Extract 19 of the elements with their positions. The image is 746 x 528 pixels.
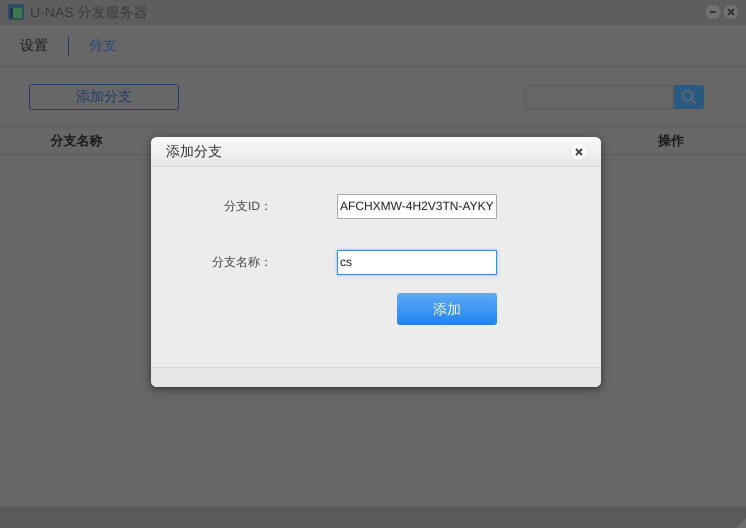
minimize-button[interactable]	[706, 5, 720, 19]
minimize-icon	[709, 8, 717, 16]
dialog-title: 添加分支	[166, 142, 222, 161]
add-branch-button[interactable]: 添加分支	[29, 84, 179, 110]
search-field[interactable]	[524, 84, 674, 108]
close-button[interactable]	[572, 144, 586, 158]
text-field[interactable]: AFCHXMW-4H2V3TN-AYKY	[337, 194, 497, 218]
tab[interactable]: 分支	[89, 35, 117, 56]
column-header: 分支名称	[49, 132, 104, 150]
add-button[interactable]: 添加	[397, 293, 497, 325]
close-icon	[727, 8, 735, 16]
field-label: 分支名称：	[211, 254, 272, 271]
search-icon	[681, 88, 697, 104]
column-header: 操作	[656, 132, 685, 150]
field-label: 分支ID：	[223, 198, 272, 215]
app-logo-icon	[8, 4, 24, 20]
tab[interactable]: 设置	[20, 35, 48, 56]
text-field[interactable]: cs	[337, 250, 497, 274]
close-icon	[575, 148, 583, 156]
